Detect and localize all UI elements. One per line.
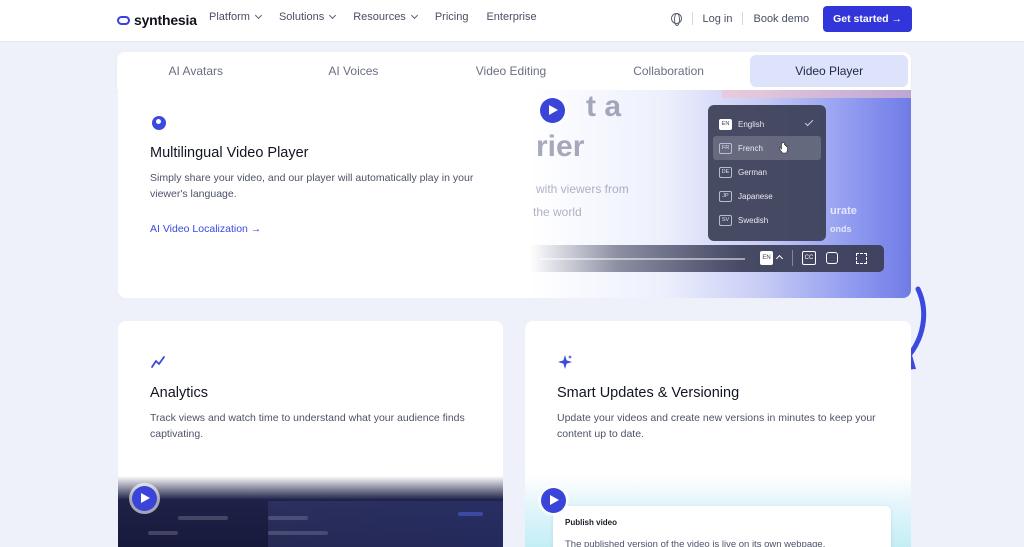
globe-icon[interactable]	[670, 13, 682, 26]
video-bg-text: urate	[830, 205, 857, 217]
versioning-preview: Publish video The published version of t…	[525, 476, 911, 547]
divider	[742, 12, 744, 25]
tab-ai-voices[interactable]: AI Voices	[275, 52, 433, 90]
language-option-japanese[interactable]: JP Japanese	[713, 184, 821, 208]
progress-scrubber[interactable]	[540, 258, 745, 260]
settings-icon[interactable]	[826, 252, 838, 264]
play-button[interactable]	[541, 488, 566, 513]
versioning-card: Smart Updates & Versioning Update your v…	[525, 321, 911, 547]
placeholder-line	[458, 512, 483, 516]
language-option-english[interactable]: EN English	[713, 112, 821, 136]
chevron-up-icon[interactable]	[775, 254, 784, 263]
language-code: EN	[719, 118, 732, 130]
language-code: FR	[719, 142, 732, 154]
check-icon	[804, 117, 814, 127]
login-link[interactable]: Log in	[703, 13, 733, 25]
divider	[691, 12, 693, 25]
placeholder-line	[268, 516, 308, 520]
analytics-card: Analytics Track views and watch time to …	[118, 321, 503, 547]
language-option-german[interactable]: DE German	[713, 160, 821, 184]
nav-pricing[interactable]: Pricing	[435, 11, 469, 23]
nav-platform-label: Platform	[209, 11, 250, 23]
nav-resources-label: Resources	[353, 11, 406, 23]
chevron-down-icon	[254, 11, 263, 20]
analytics-preview	[118, 476, 503, 547]
decorative-strip	[722, 90, 911, 98]
language-option-french[interactable]: FR French	[713, 136, 821, 160]
chevron-down-icon	[329, 11, 337, 20]
nav-pricing-label: Pricing	[434, 11, 469, 23]
player-controls: EN CC	[530, 245, 884, 272]
brand-name: synthesia	[134, 12, 197, 28]
feature-description: Simply share your video, and our player …	[150, 172, 474, 200]
caption-language-button[interactable]: EN	[760, 251, 773, 265]
video-player-preview: t a rier with viewers from the world ura…	[530, 90, 911, 298]
versioning-title: Smart Updates & Versioning	[557, 385, 740, 401]
video-bg-text: the world	[533, 205, 582, 219]
language-code: DE	[719, 166, 732, 178]
versioning-description: Update your videos and create new versio…	[557, 412, 876, 440]
fullscreen-icon[interactable]	[856, 253, 867, 264]
placeholder-line	[148, 531, 178, 535]
tab-ai-avatars[interactable]: AI Avatars	[117, 52, 275, 90]
play-button[interactable]	[132, 486, 157, 511]
play-button[interactable]	[540, 98, 565, 123]
chevron-down-icon	[410, 11, 418, 20]
language-name: German	[738, 167, 767, 177]
feature-title: Multilingual Video Player	[150, 145, 309, 161]
chart-line-icon	[151, 356, 165, 368]
sparkle-icon	[558, 355, 572, 369]
language-name: Swedish	[738, 215, 769, 225]
language-name: English	[738, 119, 765, 129]
nav-solutions-label: Solutions	[278, 11, 325, 23]
analytics-title: Analytics	[150, 385, 209, 401]
language-code: JP	[719, 190, 732, 202]
video-bg-text: t a	[586, 90, 622, 123]
video-bg-text: rier	[536, 130, 585, 163]
video-bg-text: onds	[830, 224, 852, 234]
tab-collaboration[interactable]: Collaboration	[590, 52, 748, 90]
placeholder-line	[268, 531, 328, 535]
nav-actions: Log in Book demo Get started →	[670, 5, 912, 32]
divider	[792, 250, 793, 266]
video-bg-text: with viewers from	[536, 182, 629, 196]
nav-enterprise-label: Enterprise	[486, 11, 537, 23]
placeholder-line	[178, 516, 228, 520]
publish-card: Publish video The published version of t…	[553, 506, 891, 547]
tab-video-editing[interactable]: Video Editing	[432, 52, 590, 90]
tab-video-player[interactable]: Video Player	[750, 55, 908, 87]
closed-captions-button[interactable]: CC	[802, 251, 816, 265]
nav-solutions[interactable]: Solutions	[278, 11, 337, 23]
nav-platform[interactable]: Platform	[209, 11, 263, 23]
feature-tabs: AI Avatars AI Voices Video Editing Colla…	[117, 52, 911, 90]
nav-links: Platform Solutions Resources Pricing Ent…	[209, 11, 537, 23]
hand-cursor-icon	[779, 142, 788, 154]
brand-logo[interactable]: synthesia	[117, 10, 197, 30]
ai-video-localization-link[interactable]: AI Video Localization →	[150, 223, 261, 235]
top-nav: synthesia Platform Solutions Resources P…	[0, 0, 1024, 42]
logo-icon	[117, 15, 130, 25]
get-started-button[interactable]: Get started →	[823, 5, 912, 32]
language-menu: EN English FR French DE German JP Japane…	[708, 105, 826, 241]
nav-enterprise[interactable]: Enterprise	[486, 11, 536, 23]
nav-resources[interactable]: Resources	[353, 11, 418, 23]
book-demo-link[interactable]: Book demo	[753, 13, 809, 25]
language-code: SV	[719, 214, 732, 226]
publish-description: The published version of the video is li…	[565, 539, 826, 547]
language-option-swedish[interactable]: SV Swedish	[713, 208, 821, 232]
feature-card: Multilingual Video Player Simply share y…	[118, 90, 911, 298]
language-name: Japanese	[738, 191, 773, 201]
analytics-description: Track views and watch time to understand…	[150, 412, 465, 440]
language-name: French	[738, 143, 763, 153]
publish-title: Publish video	[565, 518, 618, 527]
globe-icon	[152, 116, 166, 130]
